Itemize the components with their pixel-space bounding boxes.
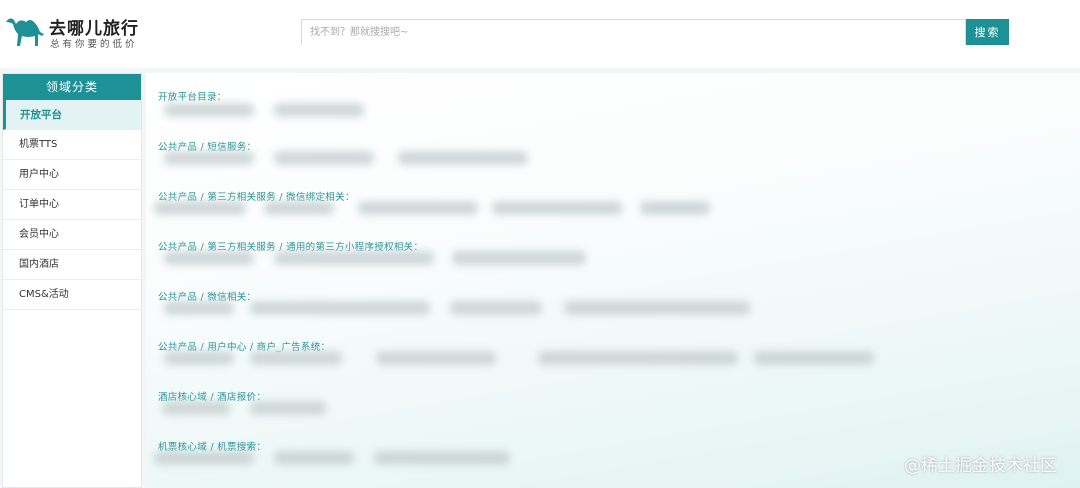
header: 去哪儿旅行 总有你要的低价 搜索	[0, 0, 1080, 68]
blurred-link[interactable]	[274, 103, 364, 117]
search-input[interactable]	[302, 20, 965, 45]
blurred-link[interactable]	[452, 251, 586, 265]
main-content: 开放平台目录： 公共产品 / 短信服务： 公共产品 / 第三方相关服务 / 微信…	[146, 73, 1080, 488]
blurred-link[interactable]	[376, 351, 496, 365]
blurred-link[interactable]	[164, 351, 234, 365]
sidebar: 领域分类 开放平台 机票TTS 用户中心 订单中心 会员中心 国内酒店 CMS&…	[2, 73, 142, 488]
blurred-link[interactable]	[374, 451, 510, 465]
blurred-link[interactable]	[164, 301, 234, 315]
blurred-link[interactable]	[450, 301, 542, 315]
sidebar-item-order-center[interactable]: 订单中心	[3, 190, 141, 220]
blurred-link[interactable]	[492, 201, 622, 215]
sidebar-item-member-center[interactable]: 会员中心	[3, 220, 141, 250]
blurred-link[interactable]	[154, 451, 254, 465]
blurred-link[interactable]	[164, 151, 254, 165]
sidebar-item-cms-activity[interactable]: CMS&活动	[3, 280, 141, 310]
blurred-link[interactable]	[264, 201, 334, 215]
search-box	[301, 19, 966, 45]
blurred-link[interactable]	[564, 301, 750, 315]
blurred-link[interactable]	[538, 351, 738, 365]
blurred-link[interactable]	[358, 201, 478, 215]
brand-slogan: 总有你要的低价	[50, 39, 138, 50]
blurred-link[interactable]	[640, 201, 710, 215]
blurred-link[interactable]	[274, 451, 354, 465]
watermark: @稀土掘金技术社区	[904, 456, 1057, 476]
blurred-link[interactable]	[250, 401, 326, 415]
sidebar-item-user-center[interactable]: 用户中心	[3, 160, 141, 190]
sidebar-item-domestic-hotel[interactable]: 国内酒店	[3, 250, 141, 280]
blurred-link[interactable]	[250, 301, 430, 315]
blurred-link[interactable]	[754, 351, 874, 365]
blurred-link[interactable]	[164, 251, 254, 265]
sidebar-title: 领域分类	[3, 74, 141, 100]
section-open-platform: 开放平台目录：	[158, 89, 227, 103]
blurred-link[interactable]	[250, 351, 342, 365]
sidebar-item-open-platform[interactable]: 开放平台	[3, 100, 141, 130]
blurred-link[interactable]	[154, 201, 246, 215]
brand-logo[interactable]: 去哪儿旅行 总有你要的低价	[4, 12, 154, 52]
blurred-link[interactable]	[398, 151, 528, 165]
blurred-link[interactable]	[274, 251, 434, 265]
camel-icon	[6, 18, 44, 46]
sidebar-item-flight-tts[interactable]: 机票TTS	[3, 130, 141, 160]
blurred-link[interactable]	[274, 151, 374, 165]
search-button[interactable]: 搜索	[966, 19, 1009, 45]
blurred-link[interactable]	[162, 401, 230, 415]
blurred-link[interactable]	[164, 103, 254, 117]
section-title: 开放平台目录：	[158, 92, 227, 103]
